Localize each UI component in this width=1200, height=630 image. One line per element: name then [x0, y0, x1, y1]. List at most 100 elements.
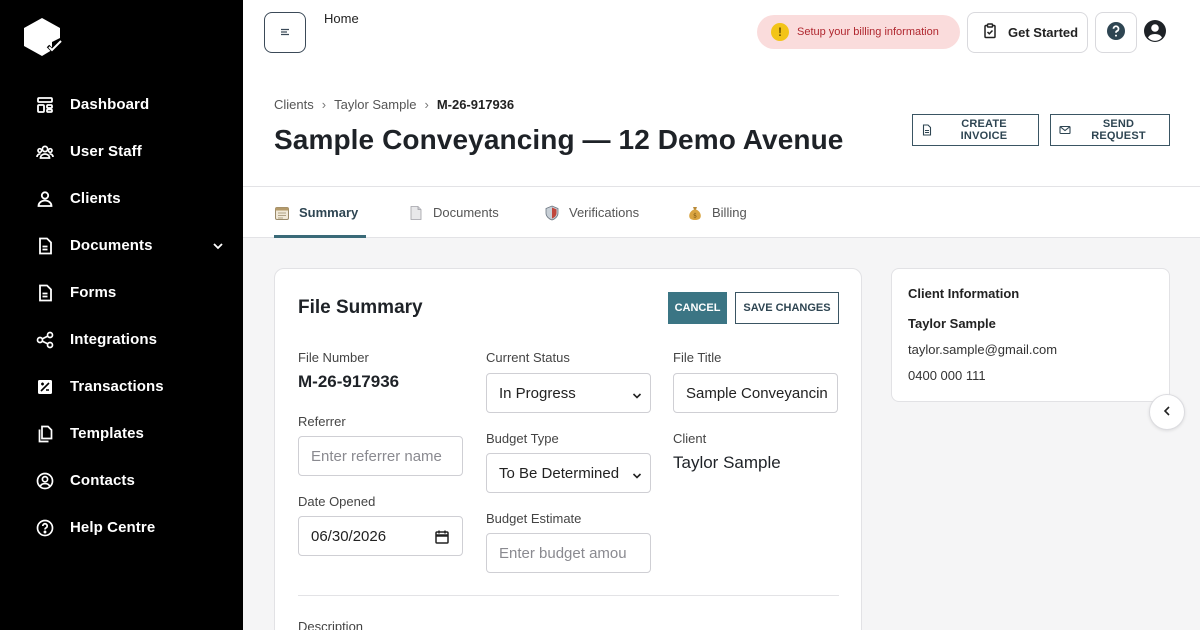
budget-type-value: To Be Determined — [499, 464, 620, 482]
calendar-picker-icon[interactable] — [434, 529, 450, 545]
users-icon — [36, 143, 54, 161]
budget-estimate-label: Budget Estimate — [486, 511, 582, 526]
sidebar-item-help-centre[interactable]: Help Centre — [0, 504, 243, 551]
client-information-card: Client Information Taylor Sample taylor.… — [891, 268, 1170, 402]
breadcrumb-item-client[interactable]: Taylor Sample — [334, 97, 416, 112]
sidebar-item-label: Templates — [70, 425, 144, 442]
help-icon — [1106, 21, 1126, 44]
sidebar-item-label: Contacts — [70, 472, 135, 489]
tab-summary[interactable]: Summary — [274, 187, 367, 238]
breadcrumb-item-clients[interactable]: Clients — [274, 97, 314, 112]
create-invoice-label: CREATE INVOICE — [960, 118, 1008, 142]
cancel-button[interactable]: CANCEL — [668, 292, 727, 324]
tab-bar: Summary Documents Verifications $ Billin… — [243, 187, 1200, 238]
chevron-down-icon[interactable] — [211, 239, 225, 253]
help-button[interactable] — [1095, 12, 1137, 53]
menu-icon — [279, 25, 291, 40]
tab-label: Summary — [299, 205, 359, 220]
warning-icon: ! — [771, 23, 789, 41]
budget-estimate-placeholder: Enter budget amou — [499, 544, 627, 562]
dashboard-icon — [36, 96, 54, 114]
file-title-input[interactable]: Sample Conveyancin — [673, 373, 838, 413]
file-number-label: File Number — [298, 350, 369, 365]
description-label: Description — [298, 619, 364, 630]
date-opened-value: 06/30/2026 — [311, 527, 387, 545]
referrer-label: Referrer — [298, 414, 346, 429]
create-invoice-button[interactable]: CREATE INVOICE — [912, 114, 1039, 146]
tab-label: Billing — [712, 205, 747, 220]
sidebar: Dashboard User Staff Clients Documents F… — [0, 0, 243, 630]
transactions-icon — [36, 378, 54, 396]
tab-billing[interactable]: $ Billing — [687, 187, 747, 238]
sidebar-item-label: Integrations — [70, 331, 158, 348]
clients-icon — [36, 190, 54, 208]
sidebar-item-transactions[interactable]: Transactions — [0, 363, 243, 410]
page-title: Sample Conveyancing — 12 Demo Avenue — [274, 124, 844, 155]
referrer-placeholder: Enter referrer name — [311, 447, 442, 465]
client-info-name: Taylor Sample — [908, 316, 996, 331]
sidebar-item-integrations[interactable]: Integrations — [0, 316, 243, 363]
sidebar-item-templates[interactable]: Templates — [0, 410, 243, 457]
sidebar-item-clients[interactable]: Clients — [0, 175, 243, 222]
budget-estimate-input[interactable]: Enter budget amou — [486, 533, 651, 573]
get-started-button[interactable]: Get Started — [967, 12, 1088, 53]
help-circle-icon — [36, 519, 54, 537]
budget-type-select[interactable]: To Be Determined — [486, 453, 651, 493]
collapse-panel-button[interactable] — [1149, 394, 1185, 430]
current-status-label: Current Status — [486, 350, 570, 365]
sidebar-item-forms[interactable]: Forms — [0, 269, 243, 316]
section-divider — [298, 595, 839, 596]
sidebar-item-documents[interactable]: Documents — [0, 222, 243, 269]
clipboard-check-icon — [982, 23, 998, 42]
account-icon[interactable] — [1143, 19, 1167, 43]
breadcrumb-separator: › — [424, 97, 429, 112]
tab-label: Verifications — [569, 205, 640, 220]
client-info-title: Client Information — [908, 286, 1020, 301]
billing-notice[interactable]: ! Setup your billing information — [757, 15, 960, 49]
chevron-left-icon — [1161, 405, 1173, 420]
date-opened-input[interactable]: 06/30/2026 — [298, 516, 463, 556]
contacts-icon — [36, 472, 54, 490]
file-title-value: Sample Conveyancin — [686, 384, 828, 402]
breadcrumb-item-current: M-26-917936 — [436, 97, 515, 112]
money-bag-icon: $ — [687, 205, 703, 221]
current-status-value: In Progress — [499, 384, 576, 402]
form-icon — [36, 284, 54, 302]
file-number-value: M-26-917936 — [298, 372, 400, 391]
menu-toggle-button[interactable] — [264, 12, 306, 53]
share-icon — [36, 331, 54, 349]
sidebar-item-label: Documents — [70, 237, 153, 254]
file-summary-card: File Summary CANCEL SAVE CHANGES File Nu… — [274, 268, 862, 630]
breadcrumb: Clients › Taylor Sample › M-26-917936 — [274, 97, 514, 112]
client-label: Client — [673, 431, 707, 446]
sidebar-item-label: Clients — [70, 190, 121, 207]
tab-label: Documents — [433, 205, 499, 220]
tab-verifications[interactable]: Verifications — [544, 187, 639, 238]
document-icon — [921, 124, 933, 136]
get-started-label: Get Started — [1008, 25, 1079, 40]
date-opened-label: Date Opened — [298, 494, 376, 509]
referrer-input[interactable]: Enter referrer name — [298, 436, 463, 476]
current-status-select[interactable]: In Progress — [486, 373, 651, 413]
breadcrumb-separator: › — [321, 97, 327, 112]
client-info-phone: 0400 000 111 — [908, 368, 986, 383]
sidebar-nav: Dashboard User Staff Clients Documents F… — [0, 81, 243, 551]
home-label[interactable]: Home — [324, 11, 359, 26]
save-changes-button[interactable]: SAVE CHANGES — [735, 292, 839, 324]
send-request-button[interactable]: SEND REQUEST — [1050, 114, 1170, 146]
sidebar-item-contacts[interactable]: Contacts — [0, 457, 243, 504]
tab-documents[interactable]: Documents — [408, 187, 499, 238]
main-content: Home ! Setup your billing information Ge… — [243, 0, 1200, 630]
sidebar-item-user-staff[interactable]: User Staff — [0, 128, 243, 175]
shield-icon — [544, 205, 560, 221]
send-request-label: SEND REQUEST — [1091, 118, 1146, 142]
sidebar-item-label: Dashboard — [70, 96, 150, 113]
svg-text:$: $ — [693, 212, 697, 219]
document-icon — [36, 237, 54, 255]
file-title-label: File Title — [673, 350, 722, 365]
sidebar-item-label: Transactions — [70, 378, 164, 395]
app-logo[interactable] — [22, 16, 66, 60]
sidebar-item-label: User Staff — [70, 143, 142, 160]
sidebar-item-dashboard[interactable]: Dashboard — [0, 81, 243, 128]
file-summary-title: File Summary — [298, 297, 423, 318]
